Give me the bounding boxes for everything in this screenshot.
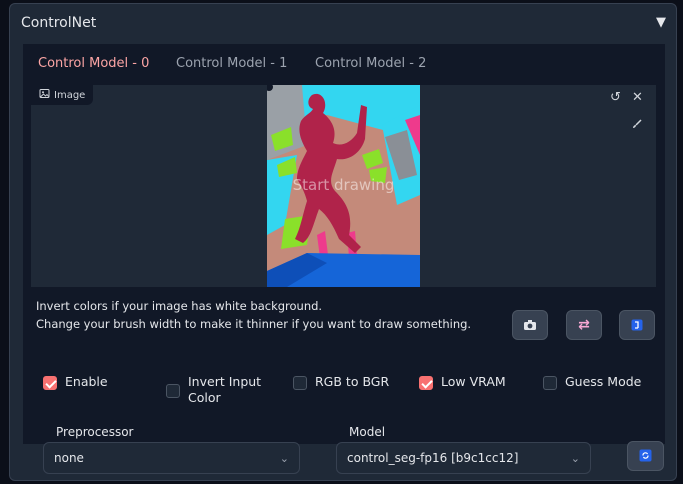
- low-vram-checkbox[interactable]: Low VRAM: [419, 374, 506, 390]
- close-icon[interactable]: ✕: [632, 90, 643, 105]
- accordion-title: ControlNet: [21, 15, 97, 31]
- send-dimensions-icon: [631, 316, 643, 335]
- camera-button[interactable]: [512, 310, 548, 340]
- tab-control-model-1[interactable]: Control Model - 1: [176, 56, 287, 71]
- controlnet-panel: ControlNet ▼ Control Model - 0 Control M…: [9, 3, 677, 481]
- rgb-to-bgr-checkbox[interactable]: RGB to BGR: [293, 374, 389, 390]
- swap-button[interactable]: ⇄: [566, 310, 602, 340]
- image-icon: [39, 88, 50, 102]
- camera-icon: [523, 316, 537, 335]
- invert-input-color-label: Invert Input Color: [188, 374, 262, 405]
- image-label-badge: Image: [31, 85, 94, 105]
- undo-icon[interactable]: ↺: [610, 90, 621, 105]
- brush-icon[interactable]: [631, 118, 643, 134]
- accordion-header[interactable]: ControlNet ▼: [10, 4, 676, 42]
- enable-checkbox-box[interactable]: [43, 376, 57, 390]
- refresh-icon: [639, 447, 652, 466]
- triangle-down-icon[interactable]: ▼: [656, 15, 666, 30]
- rgb-to-bgr-label: RGB to BGR: [315, 374, 390, 389]
- invert-input-color-checkbox[interactable]: Invert Input Color: [166, 374, 268, 406]
- send-dimensions-button[interactable]: [619, 310, 655, 340]
- low-vram-box[interactable]: [419, 376, 433, 390]
- hint-brush-width: Change your brush width to make it thinn…: [36, 317, 472, 331]
- invert-input-color-box[interactable]: [166, 384, 180, 398]
- start-drawing-overlay: Start drawing: [292, 176, 395, 194]
- enable-label: Enable: [65, 374, 108, 389]
- refresh-models-button[interactable]: [627, 441, 664, 471]
- model-value: control_seg-fp16 [b9c1cc12]: [347, 451, 519, 465]
- guess-mode-checkbox[interactable]: Guess Mode: [543, 374, 641, 390]
- rgb-to-bgr-box[interactable]: [293, 376, 307, 390]
- image-label: Image: [54, 89, 86, 101]
- chevron-down-icon: ⌄: [570, 451, 580, 465]
- preprocessor-label: Preprocessor: [56, 425, 134, 439]
- low-vram-label: Low VRAM: [441, 374, 506, 389]
- preprocessor-select[interactable]: none ⌄: [43, 442, 300, 474]
- model-select[interactable]: control_seg-fp16 [b9c1cc12] ⌄: [336, 442, 591, 474]
- sketch-canvas[interactable]: Image Start drawing ↺ ✕: [31, 85, 656, 287]
- chevron-down-icon: ⌄: [279, 451, 289, 465]
- tab-control-model-0[interactable]: Control Model - 0: [38, 56, 149, 71]
- tab-control-model-2[interactable]: Control Model - 2: [315, 56, 426, 71]
- swap-icon: ⇄: [578, 317, 590, 333]
- preprocessor-value: none: [54, 451, 84, 465]
- enable-checkbox[interactable]: Enable: [43, 374, 108, 390]
- guess-mode-box[interactable]: [543, 376, 557, 390]
- model-label: Model: [349, 425, 386, 439]
- uploaded-image[interactable]: Start drawing: [267, 85, 420, 287]
- hint-invert-colors: Invert colors if your image has white ba…: [36, 299, 323, 313]
- guess-mode-label: Guess Mode: [565, 374, 642, 389]
